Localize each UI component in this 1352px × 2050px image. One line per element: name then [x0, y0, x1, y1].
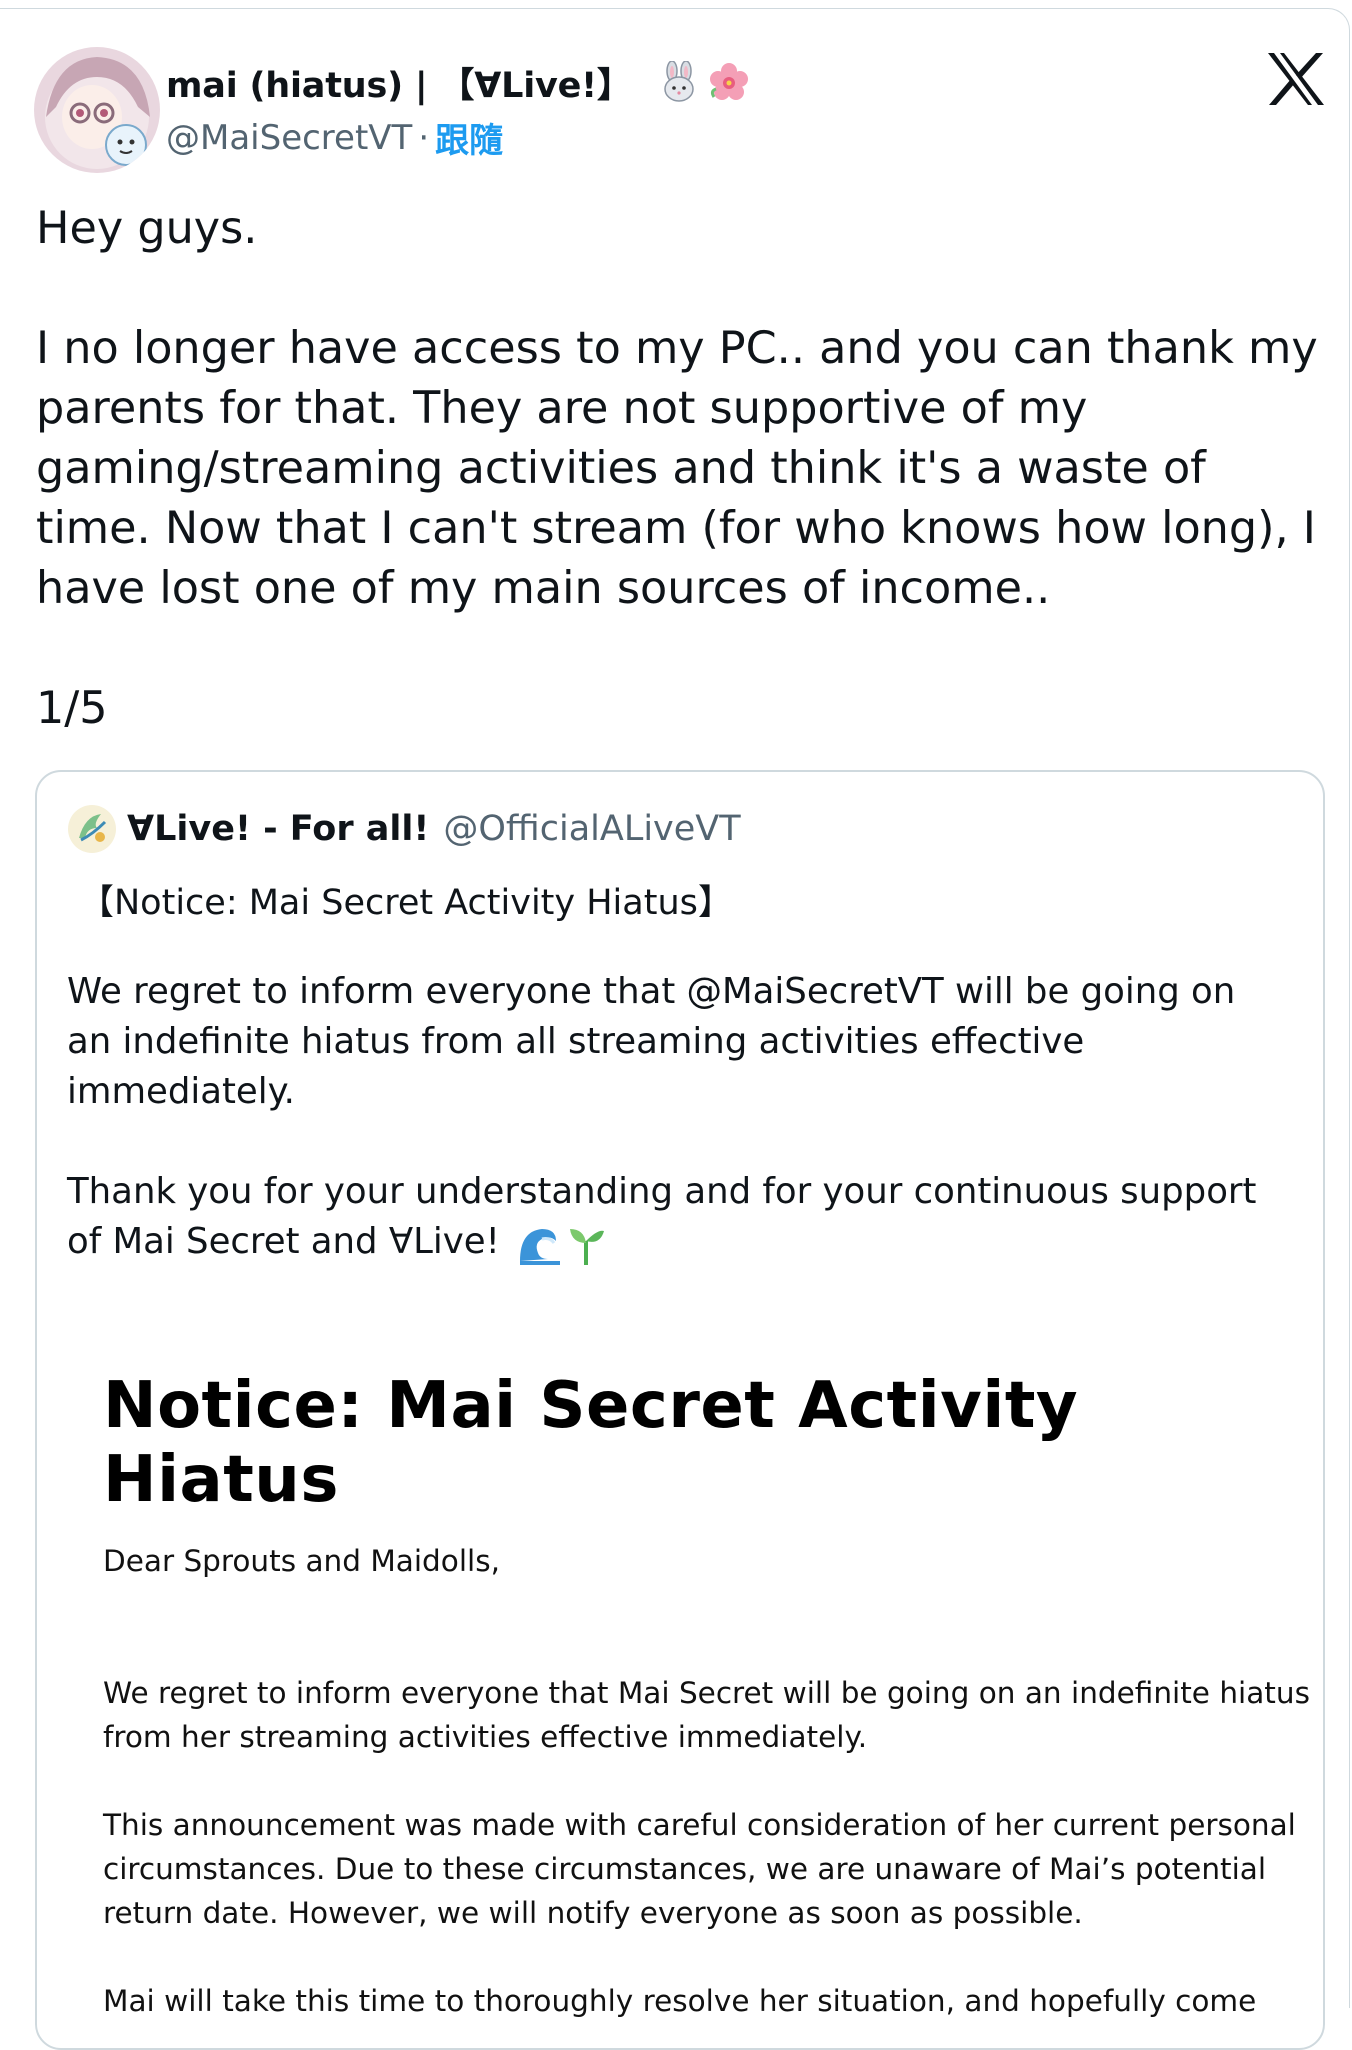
- x-logo-icon[interactable]: [1266, 51, 1326, 107]
- rabbit-icon: [658, 60, 700, 103]
- quoted-tweet[interactable]: ∀Live! - For all! @OfficialALiveVT 【Noti…: [35, 770, 1325, 2050]
- flower-icon: [708, 61, 750, 103]
- author-handle-row: @MaiSecretVT · 跟隨: [166, 113, 503, 162]
- tweet-card: mai (hiatus) | 【∀Live!】 @MaiSecretVT · 跟…: [0, 8, 1350, 2050]
- handle-separator: ·: [418, 117, 430, 158]
- notice-image[interactable]: Notice: Mai Secret Activity Hiatus Dear …: [37, 772, 1323, 2048]
- author-name-row: mai (hiatus) | 【∀Live!】: [166, 57, 750, 108]
- author-handle[interactable]: @MaiSecretVT: [166, 118, 412, 158]
- notice-body: Dear Sprouts and Maidolls, We regret to …: [103, 1544, 1310, 2018]
- tweet-text: Hey guys. I no longer have access to my …: [36, 203, 1318, 734]
- author-avatar[interactable]: [34, 47, 160, 173]
- notice-title: Notice: Mai Secret Activity Hiatus: [103, 1369, 1079, 1517]
- author-display-name[interactable]: mai (hiatus) | 【∀Live!】: [166, 57, 632, 108]
- follow-button[interactable]: 跟隨: [435, 113, 503, 162]
